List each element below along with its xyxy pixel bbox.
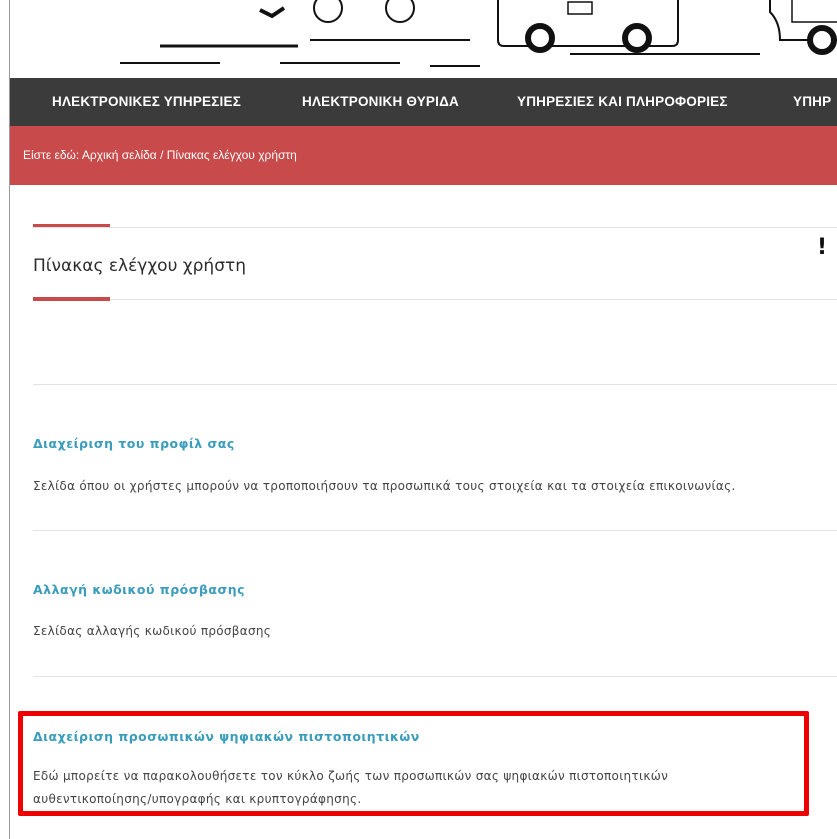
profile-management-link[interactable]: Διαχείριση του προφίλ σας — [33, 436, 235, 451]
alert-icon[interactable]: ! — [817, 235, 827, 260]
profile-management-description: Σελίδα όπου οι χρήστες μπορούν να τροποπ… — [33, 479, 736, 493]
header-illustration — [10, 0, 837, 78]
breadcrumb: Είστε εδώ: Αρχική σελίδα / Πίνακας ελέγχ… — [10, 126, 837, 185]
breadcrumb-home-link[interactable]: Αρχική σελίδα — [82, 148, 157, 162]
highlight-box — [18, 711, 809, 816]
title-divider-bottom — [33, 299, 837, 300]
breadcrumb-separator: / — [156, 148, 167, 162]
nav-item-services-and-info[interactable]: ΥΠΗΡΕΣΙΕΣ ΚΑΙ ΠΛΗΡΟΦΟΡΙΕΣ — [517, 94, 728, 109]
nav-item-electronic-services[interactable]: ΗΛΕΚΤΡΟΝΙΚΕΣ ΥΠΗΡΕΣΙΕΣ — [52, 94, 241, 109]
change-password-link[interactable]: Αλλαγή κωδικού πρόσβασης — [33, 582, 245, 597]
title-accent-bottom — [33, 297, 110, 301]
breadcrumb-prefix: Είστε εδώ: — [23, 148, 82, 162]
section-divider — [33, 676, 837, 677]
change-password-description: Σελίδας αλλαγής κωδικού πρόσβασης — [33, 624, 272, 638]
section-divider — [33, 530, 837, 531]
main-navigation: ΗΛΕΚΤΡΟΝΙΚΕΣ ΥΠΗΡΕΣΙΕΣ ΗΛΕΚΤΡΟΝΙΚΗ ΘΥΡΙΔ… — [10, 78, 837, 126]
page-title: Πίνακας ελέγχου χρήστη — [33, 256, 246, 276]
traffic-illustration — [120, 0, 837, 67]
nav-item-truncated[interactable]: ΥΠΗΡ — [793, 94, 831, 109]
section-divider — [33, 384, 837, 385]
browser-viewport: ΗΛΕΚΤΡΟΝΙΚΕΣ ΥΠΗΡΕΣΙΕΣ ΗΛΕΚΤΡΟΝΙΚΗ ΘΥΡΙΔ… — [9, 0, 837, 839]
breadcrumb-current: Πίνακας ελέγχου χρήστη — [166, 148, 297, 162]
nav-item-electronic-mailbox[interactable]: ΗΛΕΚΤΡΟΝΙΚΗ ΘΥΡΙΔΑ — [302, 94, 459, 109]
title-divider-top — [33, 227, 837, 228]
